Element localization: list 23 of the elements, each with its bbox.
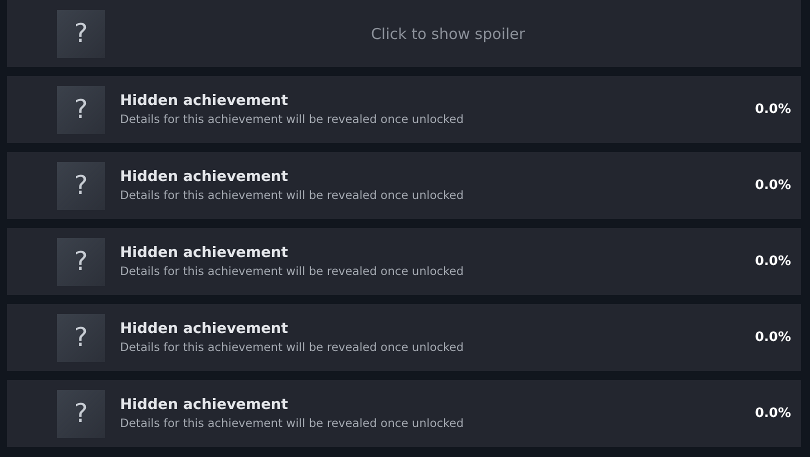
achievement-description: Details for this achievement will be revealed once unlocked xyxy=(120,340,465,354)
unlock-percentage: 0.0% xyxy=(754,406,791,421)
question-mark-icon: ? xyxy=(57,390,105,438)
spoiler-prompt: Click to show spoiler xyxy=(370,24,526,42)
unlock-percentage: 0.0% xyxy=(754,102,791,117)
question-mark-icon: ? xyxy=(57,86,105,134)
achievement-description: Details for this achievement will be revealed once unlocked xyxy=(120,416,465,430)
achievement-title: Hidden achievement xyxy=(120,93,290,109)
unlock-percentage: 0.0% xyxy=(754,254,791,269)
unlock-percentage: 0.0% xyxy=(754,178,791,193)
spoiler-row[interactable]: ? Click to show spoiler xyxy=(7,0,801,67)
achievement-description: Details for this achievement will be revealed once unlocked xyxy=(120,188,465,202)
achievement-title: Hidden achievement xyxy=(120,169,290,185)
achievement-title: Hidden achievement xyxy=(120,321,290,337)
question-mark-icon: ? xyxy=(57,10,105,58)
question-mark-icon: ? xyxy=(57,162,105,210)
unlock-percentage: 0.0% xyxy=(754,330,791,345)
achievement-description: Details for this achievement will be revealed once unlocked xyxy=(120,112,465,126)
question-mark-icon: ? xyxy=(57,314,105,362)
question-mark-icon: ? xyxy=(57,238,105,286)
achievement-description: Details for this achievement will be revealed once unlocked xyxy=(120,264,465,278)
achievement-title: Hidden achievement xyxy=(120,245,290,261)
achievement-title: Hidden achievement xyxy=(120,397,290,413)
